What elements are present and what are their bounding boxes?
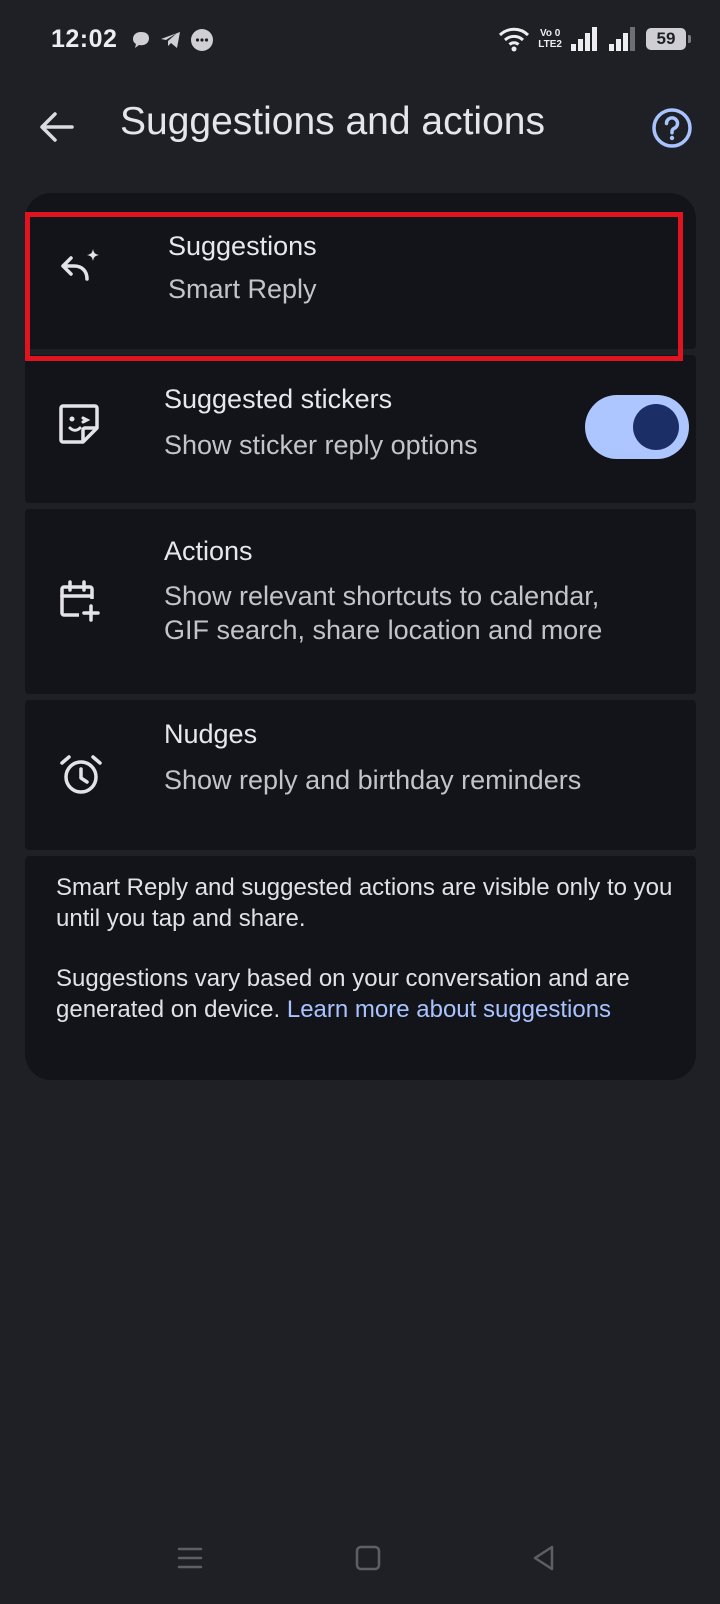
info-paragraph-1: Smart Reply and suggested actions are vi… (56, 874, 673, 932)
sticker-icon (59, 404, 99, 444)
help-circle-icon (652, 108, 692, 148)
menu-icon (177, 1547, 203, 1569)
actions-subtitle-line1: Show relevant shortcuts to calendar, (164, 581, 600, 611)
volte-top-text: Vo 0 (539, 28, 561, 39)
notification-icons (130, 28, 214, 52)
battery-level: 59 (656, 29, 676, 48)
signal-icon-2 (609, 27, 635, 51)
nudges-title: Nudges (164, 719, 258, 749)
status-time: 12:02 (51, 25, 118, 53)
triangle-back-icon (533, 1545, 554, 1571)
learn-more-link[interactable]: Learn more about suggestions (287, 996, 611, 1023)
suggestions-title: Suggestions (168, 231, 317, 261)
page-title: Suggestions and actions (120, 100, 545, 143)
suggestions-subtitle: Smart Reply (168, 274, 317, 304)
suggested-stickers-title: Suggested stickers (164, 384, 393, 414)
alarm-icon (60, 755, 102, 794)
suggested-stickers-setting[interactable]: Suggested stickers Show sticker reply op… (25, 355, 696, 503)
help-button[interactable] (650, 106, 694, 150)
battery-icon: 59 (646, 28, 691, 50)
navigation-bar (0, 1530, 720, 1590)
nav-back-button[interactable] (516, 1530, 572, 1586)
info-card: Smart Reply and suggested actions are vi… (25, 856, 696, 1080)
arrow-back-icon (40, 112, 74, 142)
recents-button[interactable] (162, 1530, 218, 1586)
signal-icon (571, 27, 597, 51)
suggested-stickers-toggle[interactable] (585, 395, 689, 459)
volte-bottom-text: LTE2 (538, 39, 562, 50)
suggested-stickers-subtitle: Show sticker reply options (164, 430, 478, 460)
chat-bubble-icon (133, 32, 149, 48)
status-indicators: Vo 0 LTE2 59 (498, 26, 691, 52)
back-button[interactable] (34, 104, 80, 150)
actions-setting[interactable]: Actions Show relevant shortcuts to calen… (25, 509, 696, 694)
telegram-icon (161, 32, 180, 48)
reply-sparkle-icon (61, 249, 99, 281)
actions-subtitle-line2: GIF search, share location and more (164, 615, 603, 645)
calendar-add-icon (60, 580, 100, 622)
square-icon (355, 1545, 381, 1571)
info-paragraph-2: Suggestions vary based on your conversat… (56, 963, 676, 1025)
messages-icon (191, 29, 213, 51)
actions-title: Actions (164, 536, 253, 566)
toggle-knob (633, 404, 679, 450)
volte-indicator: Vo 0 LTE2 (538, 28, 562, 50)
screen: 12:02 Vo 0 LTE2 59 Suggestions and actio… (0, 0, 720, 1604)
nudges-setting[interactable]: Nudges Show reply and birthday reminders (25, 700, 696, 850)
wifi-icon (499, 27, 530, 52)
nudges-subtitle: Show reply and birthday reminders (164, 765, 582, 795)
home-button[interactable] (340, 1530, 396, 1586)
suggestions-setting[interactable]: Suggestions Smart Reply (25, 193, 696, 349)
status-bar: 12:02 Vo 0 LTE2 59 (0, 0, 720, 84)
